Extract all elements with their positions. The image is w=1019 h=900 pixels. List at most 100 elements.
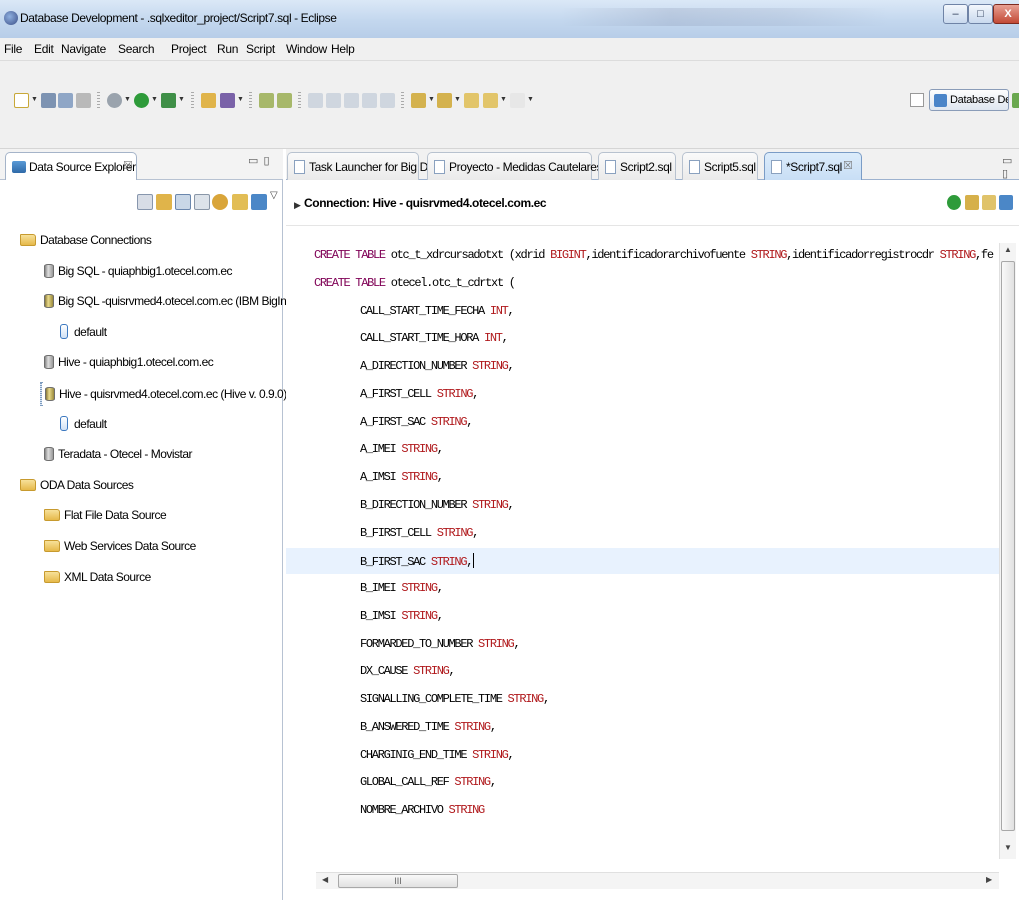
- scroll-up-icon[interactable]: ▲: [1004, 245, 1012, 254]
- last-edit-icon[interactable]: [464, 93, 479, 108]
- perspective-button[interactable]: Database De...: [929, 89, 1009, 111]
- scroll-right-icon[interactable]: ▶: [986, 875, 992, 884]
- forward-icon[interactable]: [510, 93, 525, 108]
- vertical-scrollbar[interactable]: ▲ ▼: [999, 243, 1016, 859]
- tree-item-db-connected[interactable]: Hive - quisrvmed4.otecel.com.ec (Hive v.…: [40, 382, 287, 406]
- tab-data-source-explorer[interactable]: Data Source Explorer ☒: [5, 152, 137, 180]
- data-icon[interactable]: [380, 93, 395, 108]
- code-line[interactable]: CALL_START_TIME_HORA INT,: [286, 326, 1001, 352]
- scroll-thumb[interactable]: III: [338, 874, 458, 888]
- code-line[interactable]: A_IMEI STRING,: [286, 437, 1001, 463]
- code-line[interactable]: DX_CAUSE STRING,: [286, 659, 1001, 685]
- new-icon[interactable]: [14, 93, 29, 108]
- import-icon[interactable]: [982, 195, 996, 210]
- chevron-down-icon[interactable]: ▼: [31, 96, 38, 103]
- code-line[interactable]: B_IMSI STRING,: [286, 604, 1001, 630]
- data-icon[interactable]: [326, 93, 341, 108]
- previous-annotation-icon[interactable]: [437, 93, 452, 108]
- run-icon[interactable]: [134, 93, 149, 108]
- menu-window[interactable]: Window: [286, 42, 327, 56]
- minimize-maximize-icons[interactable]: ▭ ▯: [248, 154, 271, 167]
- code-line[interactable]: A_DIRECTION_NUMBER STRING,: [286, 354, 1001, 380]
- code-line[interactable]: B_IMEI STRING,: [286, 576, 1001, 602]
- save-all-icon[interactable]: [58, 93, 73, 108]
- chevron-down-icon[interactable]: ▼: [124, 96, 131, 103]
- code-line[interactable]: A_IMSI STRING,: [286, 465, 1001, 491]
- close-button[interactable]: X: [993, 4, 1019, 24]
- connect-icon[interactable]: [232, 194, 248, 210]
- debug-icon[interactable]: [107, 93, 122, 108]
- code-line[interactable]: A_FIRST_SAC STRING,: [286, 410, 1001, 436]
- connection-label[interactable]: Connection: Hive - quisrvmed4.otecel.com…: [304, 196, 547, 210]
- menu-project[interactable]: Project: [171, 42, 207, 56]
- editor-tab[interactable]: Script5.sql: [682, 152, 758, 180]
- menu-edit[interactable]: Edit: [34, 42, 54, 56]
- export-icon[interactable]: [251, 194, 267, 210]
- chevron-down-icon[interactable]: ▼: [500, 96, 507, 103]
- data-icon[interactable]: [308, 93, 323, 108]
- editor-tab[interactable]: Task Launcher for Big Data: [287, 152, 444, 180]
- code-line[interactable]: SIGNALLING_COMPLETE_TIME STRING,: [286, 687, 1001, 713]
- run-sql-icon[interactable]: [947, 195, 961, 210]
- print-icon[interactable]: [76, 93, 91, 108]
- chevron-down-icon[interactable]: ▼: [454, 96, 461, 103]
- scroll-left-icon[interactable]: ◀: [322, 875, 328, 884]
- sql-icon[interactable]: [259, 93, 274, 108]
- export-icon[interactable]: [999, 195, 1013, 210]
- code-line[interactable]: CREATE TABLE otecel.otc_t_cdrtxt (: [286, 271, 1001, 297]
- chevron-down-icon[interactable]: ▼: [428, 96, 435, 103]
- horizontal-scrollbar[interactable]: ◀ III ▶: [316, 872, 999, 889]
- code-line[interactable]: CHARGINIG_END_TIME STRING,: [286, 743, 1001, 769]
- collapse-all-icon[interactable]: [137, 194, 153, 210]
- sql-code-editor[interactable]: CREATE TABLE otc_t_xdrcursadotxt (xdrid …: [286, 243, 1001, 863]
- code-line[interactable]: B_FIRST_SAC STRING,: [286, 548, 1001, 575]
- maximize-button[interactable]: □: [968, 4, 993, 24]
- new-connection-icon[interactable]: [175, 194, 191, 210]
- open-file-icon[interactable]: [201, 93, 216, 108]
- code-line[interactable]: CALL_START_TIME_FECHA INT,: [286, 299, 1001, 325]
- java-perspective-icon[interactable]: [1012, 93, 1019, 108]
- minimize-maximize-icons[interactable]: ▭ ▯: [1002, 154, 1019, 180]
- code-line[interactable]: FORMARDED_TO_NUMBER STRING,: [286, 632, 1001, 658]
- editor-tab[interactable]: Proyecto - Medidas Cautelares.sql: [427, 152, 620, 180]
- chevron-down-icon[interactable]: ▼: [527, 96, 534, 103]
- menu-script[interactable]: Script: [246, 42, 275, 56]
- import-icon[interactable]: [194, 194, 210, 210]
- editor-tab[interactable]: Script2.sql: [598, 152, 676, 180]
- data-icon[interactable]: [362, 93, 377, 108]
- edit-icon[interactable]: [220, 93, 235, 108]
- code-line[interactable]: B_FIRST_CELL STRING,: [286, 521, 1001, 547]
- sql-results-icon[interactable]: [277, 93, 292, 108]
- chevron-down-icon[interactable]: ▼: [237, 96, 244, 103]
- menu-navigate[interactable]: Navigate: [61, 42, 106, 56]
- code-line[interactable]: CREATE TABLE otc_t_xdrcursadotxt (xdrid …: [286, 243, 1001, 269]
- execute-icon[interactable]: [965, 195, 979, 210]
- refresh-icon[interactable]: [212, 194, 228, 210]
- link-editor-icon[interactable]: [156, 194, 172, 210]
- menu-search[interactable]: Search: [118, 42, 155, 56]
- chevron-down-icon[interactable]: ▼: [151, 96, 158, 103]
- scroll-down-icon[interactable]: ▼: [1004, 843, 1012, 852]
- back-icon[interactable]: [483, 93, 498, 108]
- scroll-thumb[interactable]: [1001, 261, 1015, 831]
- data-icon[interactable]: [344, 93, 359, 108]
- menu-help[interactable]: Help: [331, 42, 355, 56]
- menu-run[interactable]: Run: [217, 42, 238, 56]
- code-line[interactable]: A_FIRST_CELL STRING,: [286, 382, 1001, 408]
- open-perspective-icon[interactable]: [910, 93, 924, 107]
- expand-arrow-icon[interactable]: ▶: [294, 200, 301, 211]
- code-line[interactable]: GLOBAL_CALL_REF STRING,: [286, 770, 1001, 796]
- view-menu-icon[interactable]: ▽: [270, 190, 278, 201]
- code-line[interactable]: NOMBRE_ARCHIVO STRING: [286, 798, 1001, 824]
- save-icon[interactable]: [41, 93, 56, 108]
- next-annotation-icon[interactable]: [411, 93, 426, 108]
- external-tools-icon[interactable]: [161, 93, 176, 108]
- chevron-down-icon[interactable]: ▼: [178, 96, 185, 103]
- code-line[interactable]: B_ANSWERED_TIME STRING,: [286, 715, 1001, 741]
- close-icon[interactable]: ☒: [843, 159, 853, 172]
- code-line[interactable]: B_DIRECTION_NUMBER STRING,: [286, 493, 1001, 519]
- editor-tab[interactable]: *Script7.sql ☒: [764, 152, 862, 180]
- close-icon[interactable]: ☒: [123, 159, 133, 172]
- minimize-button[interactable]: –: [943, 4, 968, 24]
- menu-file[interactable]: File: [4, 42, 22, 56]
